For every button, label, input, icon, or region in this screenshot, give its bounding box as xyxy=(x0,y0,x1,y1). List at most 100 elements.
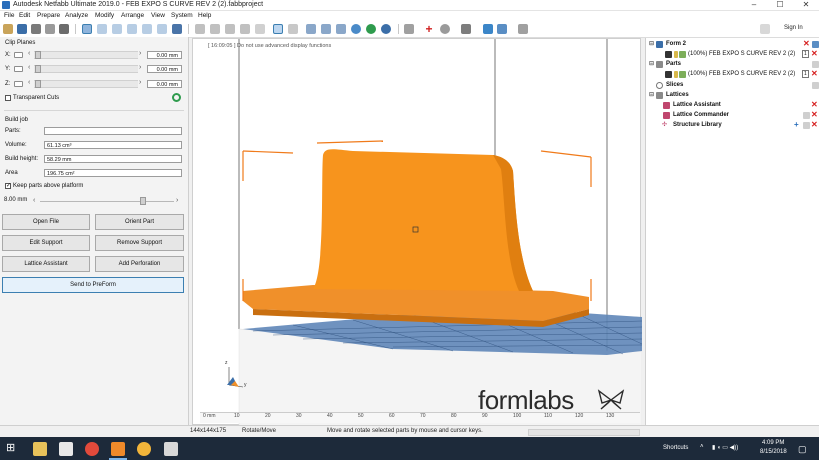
menu-edit[interactable]: Edit xyxy=(19,12,30,20)
menu-arrange[interactable]: Arrange xyxy=(121,12,144,20)
tree-item-slices[interactable]: Slices xyxy=(666,81,683,89)
tree-item-lattices[interactable]: Lattices xyxy=(666,91,689,99)
netfabb-taskbar-icon[interactable] xyxy=(111,442,125,456)
save-icon[interactable] xyxy=(17,24,27,34)
select-all-icon[interactable] xyxy=(306,24,316,34)
invert-selection-icon[interactable] xyxy=(336,24,346,34)
add-perforation-button[interactable]: Add Perforation xyxy=(95,256,184,272)
minimize-button[interactable]: – xyxy=(741,0,767,10)
new-project-icon[interactable] xyxy=(3,24,13,34)
clip-x-slider[interactable] xyxy=(34,51,138,59)
tray-chevron-icon[interactable]: ˄ xyxy=(700,444,704,450)
app-taskbar-icon[interactable] xyxy=(137,442,151,456)
zoom-window-icon[interactable] xyxy=(225,24,235,34)
orient-part-button[interactable]: Orient Part xyxy=(95,214,184,230)
pan-icon[interactable] xyxy=(288,24,298,34)
view-top-icon[interactable] xyxy=(142,24,152,34)
open-file-button[interactable]: Open File xyxy=(2,214,90,230)
transparent-cuts-checkbox[interactable] xyxy=(5,95,11,101)
tree-item-form2[interactable]: Form 2 xyxy=(666,40,686,48)
scene-canvas[interactable] xyxy=(193,39,642,426)
windows-start-icon[interactable]: ⊞ xyxy=(6,443,15,454)
rotate-icon[interactable] xyxy=(440,24,450,34)
offset-slider-thumb[interactable] xyxy=(140,197,146,205)
clip-y-slider[interactable] xyxy=(34,65,138,73)
send-to-preform-button[interactable]: Send to PreForm xyxy=(2,277,184,293)
offset-left-arrow[interactable]: ‹ xyxy=(33,197,35,205)
keep-parts-checkbox[interactable]: ✓ xyxy=(5,183,11,189)
menu-help[interactable]: Help xyxy=(198,12,211,20)
tree-expander[interactable]: ⊟ xyxy=(649,91,654,99)
clip-x-thumb[interactable] xyxy=(35,51,41,59)
remove-part-icon[interactable]: ✕ xyxy=(811,70,818,78)
sign-in-link[interactable]: Sign In xyxy=(784,25,803,31)
notifications-icon[interactable]: ▢ xyxy=(798,444,807,455)
menu-prepare[interactable]: Prepare xyxy=(37,12,60,20)
offset-right-arrow[interactable]: › xyxy=(176,197,178,205)
remove-support-button[interactable]: Remove Support xyxy=(95,235,184,251)
chrome-icon[interactable] xyxy=(85,442,99,456)
preform-taskbar-icon[interactable] xyxy=(164,442,178,456)
store-icon[interactable] xyxy=(59,442,73,456)
menu-view[interactable]: View xyxy=(151,12,165,20)
tree-item-lattice-commander[interactable]: Lattice Commander xyxy=(673,111,729,119)
print-icon[interactable] xyxy=(45,24,55,34)
part-visible-icon[interactable] xyxy=(679,71,686,78)
clip-x-right-arrow[interactable]: › xyxy=(139,50,141,58)
shading-icon[interactable] xyxy=(351,24,361,34)
add-structure-icon[interactable]: + xyxy=(794,121,799,129)
maximize-button[interactable]: ☐ xyxy=(767,0,793,10)
clip-y-toggle[interactable] xyxy=(14,66,23,72)
open-folder-icon[interactable] xyxy=(812,82,819,89)
menu-file[interactable]: File xyxy=(4,12,14,20)
refresh-icon[interactable] xyxy=(172,93,181,102)
select-cursor-icon[interactable] xyxy=(273,24,283,34)
view-left-icon[interactable] xyxy=(112,24,122,34)
clip-z-right-arrow[interactable]: › xyxy=(139,79,141,87)
remove-platform-icon[interactable]: ✕ xyxy=(803,40,810,48)
measure-icon[interactable] xyxy=(404,24,414,34)
remove-lattice-commander-icon[interactable]: ✕ xyxy=(811,111,818,119)
edit-support-button[interactable]: Edit Support xyxy=(2,235,90,251)
3d-viewport[interactable] xyxy=(192,38,642,426)
remove-part-icon[interactable]: ✕ xyxy=(811,50,818,58)
zoom-all-icon[interactable] xyxy=(195,24,205,34)
tree-item-parts-part[interactable]: (100%) FEB EXPO S CURVE REV 2 (2) xyxy=(688,70,795,78)
clock-date[interactable]: 8/15/2018 xyxy=(760,449,787,455)
tray-icons[interactable]: ▮ ◖ ▭ ◀)) xyxy=(712,444,738,451)
add-icon[interactable]: + xyxy=(424,23,434,35)
file-explorer-icon[interactable] xyxy=(33,442,47,456)
part-visible-icon[interactable] xyxy=(679,51,686,58)
tree-item-parts[interactable]: Parts xyxy=(666,60,681,68)
clip-y-value[interactable]: 0.00 mm xyxy=(147,65,182,73)
export-icon[interactable] xyxy=(59,24,69,34)
open-folder-icon[interactable] xyxy=(803,112,810,119)
add-part-icon[interactable] xyxy=(31,24,41,34)
view-front-icon[interactable] xyxy=(82,24,92,34)
platform-settings-icon[interactable] xyxy=(812,41,819,48)
offset-slider-track[interactable] xyxy=(40,201,174,202)
view-bottom-icon[interactable] xyxy=(157,24,167,34)
tree-expander[interactable]: ⊟ xyxy=(649,60,654,68)
repair-icon[interactable] xyxy=(483,24,493,34)
open-folder-icon[interactable] xyxy=(803,122,810,129)
open-folder-icon[interactable] xyxy=(812,61,819,68)
remove-structure-library-icon[interactable]: ✕ xyxy=(811,121,818,129)
render-mode-icon[interactable] xyxy=(381,24,391,34)
clip-x-toggle[interactable] xyxy=(14,52,23,58)
color-mode-icon[interactable] xyxy=(366,24,376,34)
select-none-icon[interactable] xyxy=(321,24,331,34)
view-back-icon[interactable] xyxy=(97,24,107,34)
support-icon[interactable] xyxy=(461,24,471,34)
clip-x-value[interactable]: 0.00 mm xyxy=(147,51,182,59)
menu-modify[interactable]: Modify xyxy=(95,12,114,20)
view-iso-icon[interactable] xyxy=(172,24,182,34)
clip-x-left-arrow[interactable]: ‹ xyxy=(28,50,30,58)
menu-system[interactable]: System xyxy=(171,12,193,20)
mesh-icon[interactable] xyxy=(497,24,507,34)
clock-time[interactable]: 4:09 PM xyxy=(762,440,784,446)
view-right-icon[interactable] xyxy=(127,24,137,34)
clip-z-value[interactable]: 0.00 mm xyxy=(147,80,182,88)
magnifier-icon[interactable] xyxy=(255,24,265,34)
clip-z-left-arrow[interactable]: ‹ xyxy=(28,79,30,87)
